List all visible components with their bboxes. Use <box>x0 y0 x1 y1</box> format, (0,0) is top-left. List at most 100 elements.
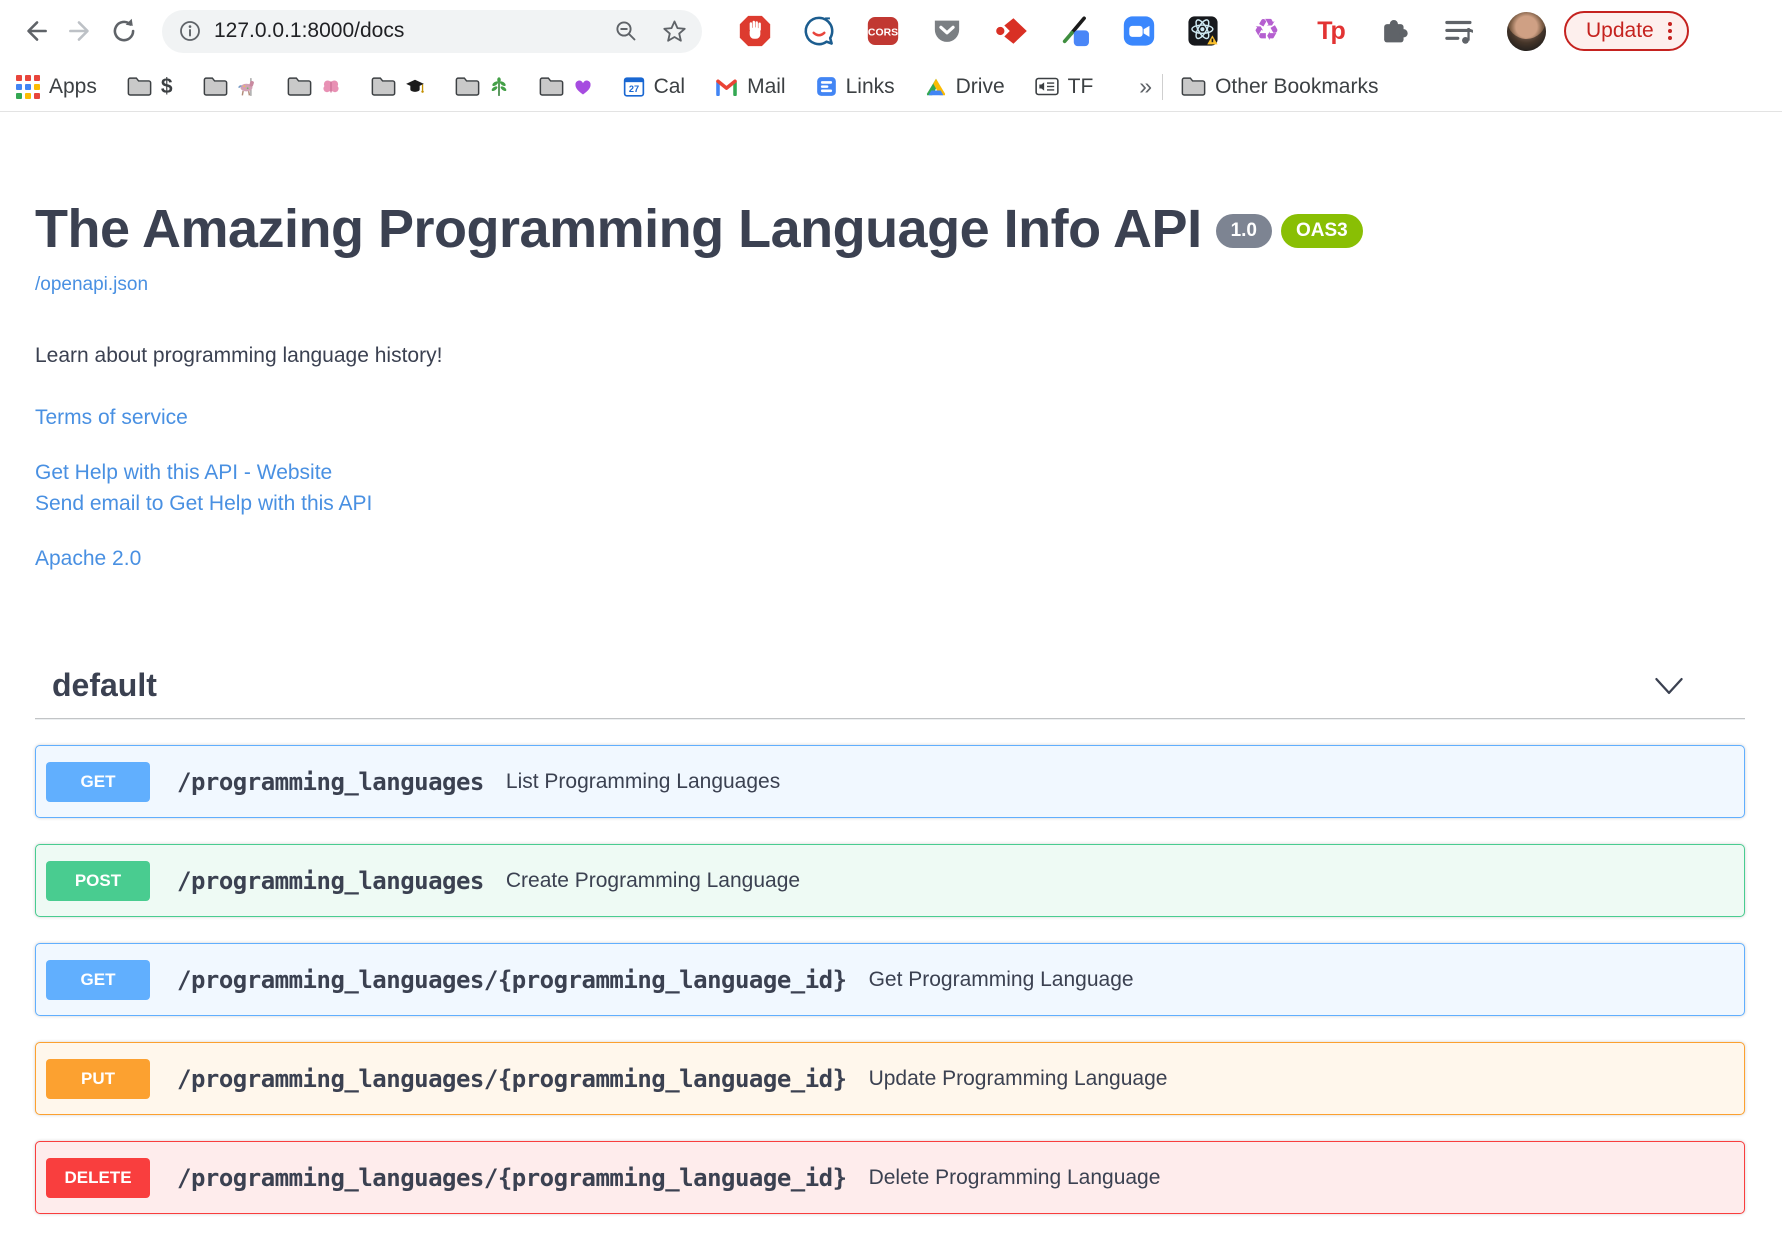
herb-icon <box>491 76 506 96</box>
bookmark-folder-graduation[interactable] <box>371 76 425 97</box>
bookmark-calendar[interactable]: 27 Cal <box>623 74 686 99</box>
forward-button[interactable] <box>58 9 102 53</box>
recycle-icon[interactable]: ♻ <box>1248 13 1285 50</box>
endpoint-path: /programming_languages/{programming_lang… <box>177 965 847 994</box>
bookmark-folder-purple-heart[interactable] <box>539 76 593 97</box>
folder-icon <box>455 77 479 96</box>
video-camera-icon[interactable] <box>1120 13 1157 50</box>
calendar-icon: 27 <box>623 76 644 97</box>
url-text[interactable]: 127.0.0.1:8000/docs <box>214 19 509 43</box>
calendar-label: Cal <box>653 74 686 98</box>
endpoint-path: /programming_languages/{programming_lang… <box>177 1064 847 1093</box>
purple-heart-icon <box>574 79 591 95</box>
gmail-icon <box>716 79 737 96</box>
endpoint-summary: Create Programming Language <box>505 868 801 892</box>
api-description: Learn about programming language history… <box>35 344 443 368</box>
swagger-page: The Amazing Programming Language Info AP… <box>0 112 1782 1215</box>
endpoint-path: /programming_languages/{programming_lang… <box>177 1163 847 1192</box>
bookmark-folder-dollar[interactable]: $ <box>127 75 173 99</box>
diamond-arrow-icon[interactable] <box>992 13 1029 50</box>
browser-toolbar: 127.0.0.1:8000/docs CORS ♻ Tp Update <box>0 0 1782 62</box>
calendar-day: 27 <box>628 84 638 94</box>
three-dot-menu-icon[interactable] <box>1667 22 1672 40</box>
pocket-icon[interactable] <box>928 13 965 50</box>
method-badge[interactable]: GET <box>46 959 150 1000</box>
method-badge[interactable]: POST <box>46 860 150 901</box>
method-badge[interactable]: DELETE <box>46 1157 150 1198</box>
apps-grid-icon <box>16 74 40 99</box>
method-badge[interactable]: GET <box>46 761 150 802</box>
method-badge[interactable]: PUT <box>46 1058 150 1099</box>
stop-hand-icon[interactable] <box>736 13 773 50</box>
zoom-out-icon[interactable] <box>613 18 639 44</box>
other-bookmarks[interactable]: Other Bookmarks <box>1181 75 1378 99</box>
tf-label: TF <box>1067 74 1094 98</box>
graduation-cap-icon <box>405 79 424 93</box>
bookmark-tf[interactable]: TF <box>1034 74 1094 99</box>
react-devtools-icon[interactable] <box>1184 13 1221 50</box>
terms-of-service-link[interactable]: Terms of service <box>35 406 1745 430</box>
update-button[interactable]: Update <box>1564 11 1689 51</box>
folder-icon <box>127 77 152 96</box>
reload-icon <box>113 18 135 42</box>
page-title: The Amazing Programming Language Info AP… <box>35 199 1202 259</box>
bookmark-folder-carousel-horse[interactable] <box>203 76 257 97</box>
endpoint-row-update-language[interactable]: PUT /programming_languages/{programming_… <box>35 1042 1745 1116</box>
back-icon <box>27 21 47 41</box>
chat-bubble-icon[interactable] <box>800 13 837 50</box>
endpoint-path: /programming_languages <box>177 866 484 895</box>
cors-icon[interactable]: CORS <box>864 13 901 50</box>
endpoint-summary: Update Programming Language <box>868 1066 1168 1090</box>
bookmarks-divider <box>1162 73 1164 100</box>
back-button[interactable] <box>14 9 58 53</box>
tp-label: Tp <box>1317 16 1346 45</box>
endpoint-summary: Get Programming Language <box>868 967 1134 991</box>
help-website-link[interactable]: Get Help with this API - Website <box>35 457 1745 488</box>
tf-card-icon <box>1034 77 1059 96</box>
other-bookmarks-label: Other Bookmarks <box>1215 74 1379 98</box>
bookmarks-overflow-chevron[interactable]: » <box>1139 73 1152 100</box>
openapi-spec-link[interactable]: /openapi.json <box>35 274 148 296</box>
endpoint-row-delete-language[interactable]: DELETE /programming_languages/{programmi… <box>35 1141 1745 1215</box>
license-link[interactable]: Apache 2.0 <box>35 547 1745 571</box>
media-queue-icon[interactable] <box>1440 13 1477 50</box>
drive-label: Drive <box>955 74 1005 98</box>
bookmarks-bar: Apps $ 27 Cal Mail Links Drive TF » Othe… <box>0 62 1782 112</box>
folder-icon <box>287 77 311 96</box>
info-icon[interactable] <box>178 19 202 43</box>
tp-icon[interactable]: Tp <box>1312 13 1349 50</box>
endpoint-summary: Delete Programming Language <box>868 1165 1161 1189</box>
links-icon <box>816 77 836 96</box>
tag-name[interactable]: default <box>52 667 157 704</box>
bookmark-mail[interactable]: Mail <box>715 75 786 99</box>
endpoint-row-create-language[interactable]: POST /programming_languages Create Progr… <box>35 844 1745 918</box>
folder-icon <box>539 77 563 96</box>
endpoint-path: /programming_languages <box>177 767 484 796</box>
reload-button[interactable] <box>102 9 146 53</box>
bookmark-drive[interactable]: Drive <box>925 75 1005 99</box>
mail-label: Mail <box>747 74 786 98</box>
carousel-horse-icon <box>237 77 254 96</box>
star-icon[interactable] <box>661 18 688 45</box>
folder-icon <box>371 77 395 96</box>
chevron-down-icon[interactable] <box>1653 676 1685 696</box>
links-label: Links <box>845 74 895 98</box>
tag-section-header[interactable]: default <box>35 667 1745 704</box>
endpoint-row-get-language[interactable]: GET /programming_languages/{programming_… <box>35 943 1745 1017</box>
eyedropper-icon[interactable] <box>1056 13 1093 50</box>
bookmark-folder-herb[interactable] <box>455 76 509 97</box>
profile-avatar[interactable] <box>1507 11 1546 51</box>
bookmark-folder-brain[interactable] <box>287 76 341 97</box>
apps-shortcut[interactable]: Apps <box>16 74 97 99</box>
cors-label: CORS <box>867 28 897 39</box>
puzzle-icon[interactable] <box>1376 13 1413 50</box>
api-header: The Amazing Programming Language Info AP… <box>35 198 1745 260</box>
folder-icon <box>203 77 227 96</box>
endpoint-row-list-languages[interactable]: GET /programming_languages List Programm… <box>35 745 1745 819</box>
address-bar[interactable]: 127.0.0.1:8000/docs <box>162 9 702 53</box>
folder-icon <box>1181 77 1206 96</box>
bookmark-links[interactable]: Links <box>816 75 895 99</box>
help-email-link[interactable]: Send email to Get Help with this API <box>35 488 1745 519</box>
brain-icon <box>323 79 339 93</box>
api-links: Terms of service Get Help with this API … <box>35 406 1745 571</box>
